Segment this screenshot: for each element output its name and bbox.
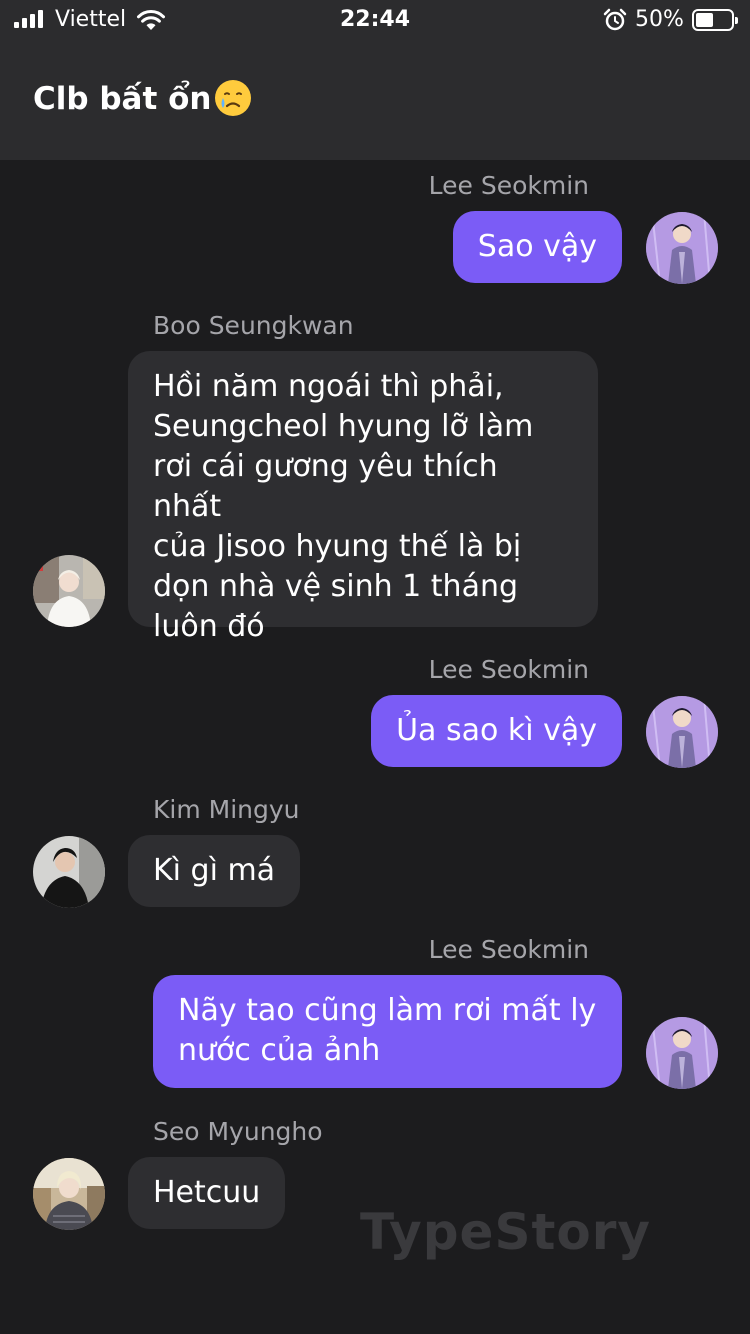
message-line: Hồi năm ngoái thì phải, (153, 369, 504, 404)
avatar[interactable] (33, 836, 105, 908)
sender-name: Seo Myungho (153, 1117, 323, 1146)
sender-name: Lee Seokmin (428, 935, 589, 964)
chat-header: Clb bất ổn (0, 42, 750, 160)
avatar[interactable] (33, 1158, 105, 1230)
chat-title-text: Clb bất ổn (33, 81, 212, 117)
crying-face-emoji-icon (215, 80, 252, 116)
avatar-image (33, 1158, 105, 1230)
avatar[interactable] (646, 1017, 718, 1089)
incoming-message-bubble[interactable]: Hetcuu (128, 1157, 286, 1229)
watermark: TypeStory (360, 1203, 651, 1261)
avatar-image (33, 836, 105, 908)
incoming-message-bubble[interactable]: Hồi năm ngoái thì phải, Seungcheol hyung… (128, 351, 598, 644)
message-line: rơi cái gương yêu thích nhất (153, 449, 498, 524)
avatar[interactable] (646, 696, 718, 768)
battery-fill (696, 13, 713, 27)
avatar-image (646, 696, 718, 768)
avatar[interactable] (646, 212, 718, 284)
message-line: nước của ảnh (178, 1033, 381, 1068)
sender-name: Boo Seungkwan (153, 311, 354, 340)
message-line: dọn nhà vệ sinh 1 tháng (153, 569, 519, 604)
sender-name: Kim Mingyu (153, 795, 300, 824)
avatar[interactable] (33, 555, 105, 627)
outgoing-message-bubble[interactable]: Nãy tao cũng làm rơi mất ly nước của ảnh (153, 975, 622, 1088)
chat-title: Clb bất ổn (33, 78, 252, 120)
incoming-message-bubble[interactable]: Kì gì má (128, 835, 301, 907)
avatar-image (646, 212, 718, 284)
avatar-image (646, 1017, 718, 1089)
message-line: Nãy tao cũng làm rơi mất ly (178, 993, 597, 1028)
message-line: luôn đó (153, 609, 265, 644)
message-line: của Jisoo hyung thế là bị (153, 529, 522, 564)
outgoing-message-bubble[interactable]: Ủa sao kì vậy (371, 695, 622, 767)
outgoing-message-bubble[interactable]: Sao vậy (452, 211, 622, 283)
sender-name: Lee Seokmin (428, 655, 589, 684)
avatar-image (33, 555, 105, 627)
battery-icon (692, 9, 738, 31)
battery-percent: 50% (635, 7, 684, 32)
message-line: Seungcheol hyung lỡ làm (153, 409, 534, 444)
sender-name: Lee Seokmin (428, 171, 589, 200)
alarm-icon (603, 8, 627, 31)
status-bar: Viettel 22:44 50% (0, 0, 750, 42)
